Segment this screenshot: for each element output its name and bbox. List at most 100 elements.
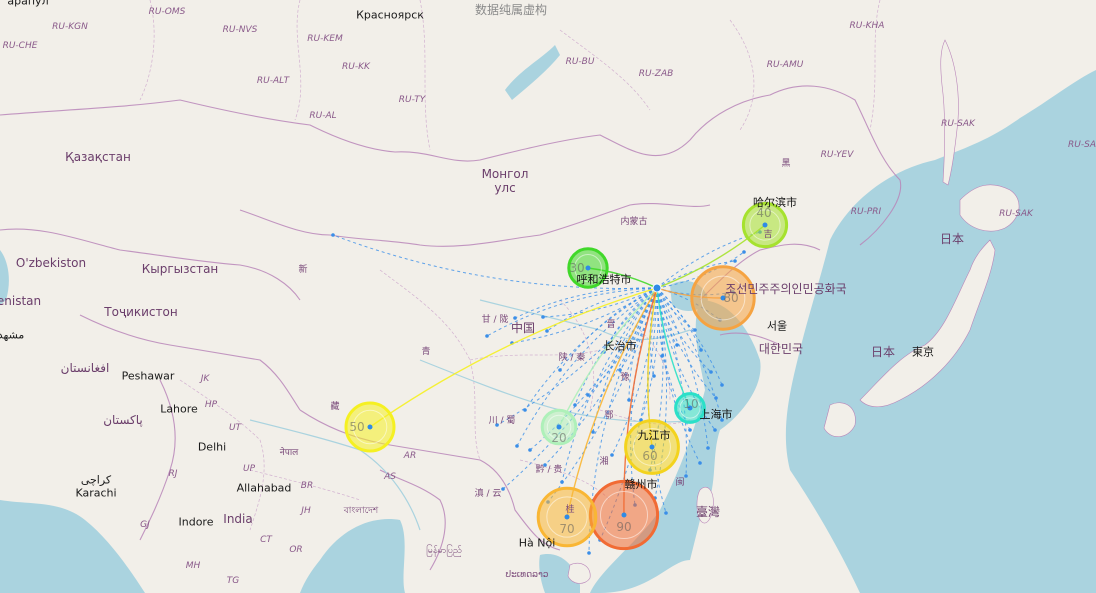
region-label-in-as: AS [384,471,396,482]
region-label-ru-nvs: RU-NVS [222,24,258,35]
region-label-in-or: OR [289,544,303,555]
region-label-ru-kgn: RU-KGN [52,21,88,32]
flow-endpoint-dot [713,428,717,432]
country-label-kyrgyzstan: Кыргызстан [141,262,219,277]
map-watermark: 数据纯属虚构 [474,3,548,18]
city-label-mashhad: مشهد [0,328,25,342]
city-label-changzhi: 长治市 [603,339,637,353]
basemap [0,0,1096,593]
flow-endpoint-dot [610,453,614,457]
region-label-in-ar: AR [403,450,417,461]
hotspot-value-hohhot: 30 [569,261,585,275]
hotspot-value-dalian: 80 [723,291,739,305]
flow-endpoint-dot [706,446,710,450]
flow-endpoint-dot [698,461,702,465]
city-label-karachi: Karachi [75,486,117,500]
hotspot-value-lhasa: 50 [349,420,365,434]
region-label-ru-zab: RU-ZAB [638,68,674,79]
province-label-xin: 新 [298,264,308,275]
region-label-in-ut: UT [228,422,242,433]
flow-endpoint-dot [675,343,679,347]
region-label-ru-oms: RU-OMS [148,6,186,17]
map-view[interactable]: 数据纯属虚构 Қазақстан Монгол улс 中国 O'zbekist… [0,0,1096,593]
flow-endpoint-dot [331,233,335,237]
flow-endpoint-dot [587,551,591,555]
region-label-ru-al: RU-AL [309,110,337,121]
hotspot-value-guangxi: 70 [559,522,575,536]
province-label-shaan-qin: 陕 / 秦 [558,352,586,363]
flow-endpoint-dot [693,328,697,332]
country-label-kazakhstan: Қазақстан [65,150,131,165]
bay-of-bengal [300,519,405,593]
flow-endpoint-dot [652,374,656,378]
flow-endpoint-dot [528,448,532,452]
country-label-myanmar: မြန်မာပြည် [426,545,462,556]
hotspot-value-harbin: 40 [756,206,772,220]
flow-endpoint-dot [720,383,724,387]
province-label-xiang: 湘 [599,456,609,467]
province-label-nei-menggu: 内蒙古 [620,216,648,227]
flow-line-dashed [542,287,658,318]
province-label-gan-long: 甘 / 陇 [481,314,509,325]
lake-baikal [505,45,560,100]
country-label-tajikistan: Тоҷикистон [104,305,178,320]
region-label-in-ct: CT [260,534,272,545]
flow-endpoint-dot [515,444,519,448]
flow-endpoint-dot [688,428,692,432]
flow-endpoint-dot [742,250,746,254]
country-label-afghanistan: افغانستان [60,361,110,376]
hotspot-value-ganzhou: 90 [616,520,632,534]
city-label-tokyo: 東京 [912,345,934,359]
province-label-taiwan: 臺灣 [695,505,721,520]
country-label-india: India [223,512,253,527]
city-label-sarapul: арапул [7,0,49,8]
region-label-ru-pri: RU-PRI [850,206,882,217]
province-label-yu: 豫 [620,372,630,383]
province-label-qing: 青 [421,346,431,357]
province-label-min: 闽 [675,477,685,488]
hotspot-label-shanghai: 上海市 [699,408,733,421]
hotspot-label-ganzhou: 赣州市 [624,478,658,491]
province-label-zang: 藏 [330,401,340,412]
country-label-bangladesh: বাংলাদেশ [343,505,379,516]
region-label-ru-yev: RU-YEV [820,149,854,160]
province-label-ji: 吉 [763,229,773,240]
country-label-north-korea: 조선민주주의인민공화국 [725,282,847,297]
province-label-qian-gui: 黔 / 贵 [535,464,563,475]
hotspot-label-jiujiang: 九江市 [637,429,671,442]
hotspot-value-shanghai: 10 [683,397,699,411]
country-label-china: 中国 [510,321,536,336]
flow-endpoint-dot [733,259,737,263]
city-label-indore: Indore [178,515,214,529]
hotspot-value-sichuan: 20 [551,431,567,445]
flow-endpoint-dot [714,396,718,400]
arabian-sea [0,500,145,593]
region-borders [139,0,881,531]
flow-endpoint-dot [699,348,703,352]
region-label-in-rj: RJ [168,468,178,479]
country-label-nepal: नेपाल [279,447,299,458]
province-label-hei: 黑 [781,158,791,169]
hub-marker[interactable] [652,283,662,293]
region-label-in-up: UP [242,463,256,474]
province-label-jin: 晋 [606,319,616,330]
country-label-japan-1: 日本 [939,232,965,247]
region-label-ru-kha: RU-KHA [849,20,885,31]
country-label-mongolia: Монгол [481,167,529,182]
flow-endpoint-dot [545,329,549,333]
region-label-in-mh: MH [185,560,201,571]
region-label-ru-sak-1: RU-SAK [941,118,975,129]
flow-endpoint-dot [501,487,505,491]
country-label-mongolia-2: улс [494,181,516,196]
province-label-e: 鄂 [604,410,614,421]
region-label-in-hp: HP [204,399,218,410]
city-label-allahabad: Allahabad [236,481,292,495]
city-label-peshawar: Peshawar [121,369,175,383]
flow-endpoint-dot [684,474,688,478]
region-label-ru-bu: RU-BU [565,56,595,67]
province-label-chuan-shu: 川 / 蜀 [488,415,516,426]
country-borders [0,85,902,571]
hotspot-label-hohhot: 呼和浩特市 [576,273,632,286]
region-label-ru-che: RU-CHE [2,40,38,51]
province-label-gui: 桂 [565,504,575,515]
